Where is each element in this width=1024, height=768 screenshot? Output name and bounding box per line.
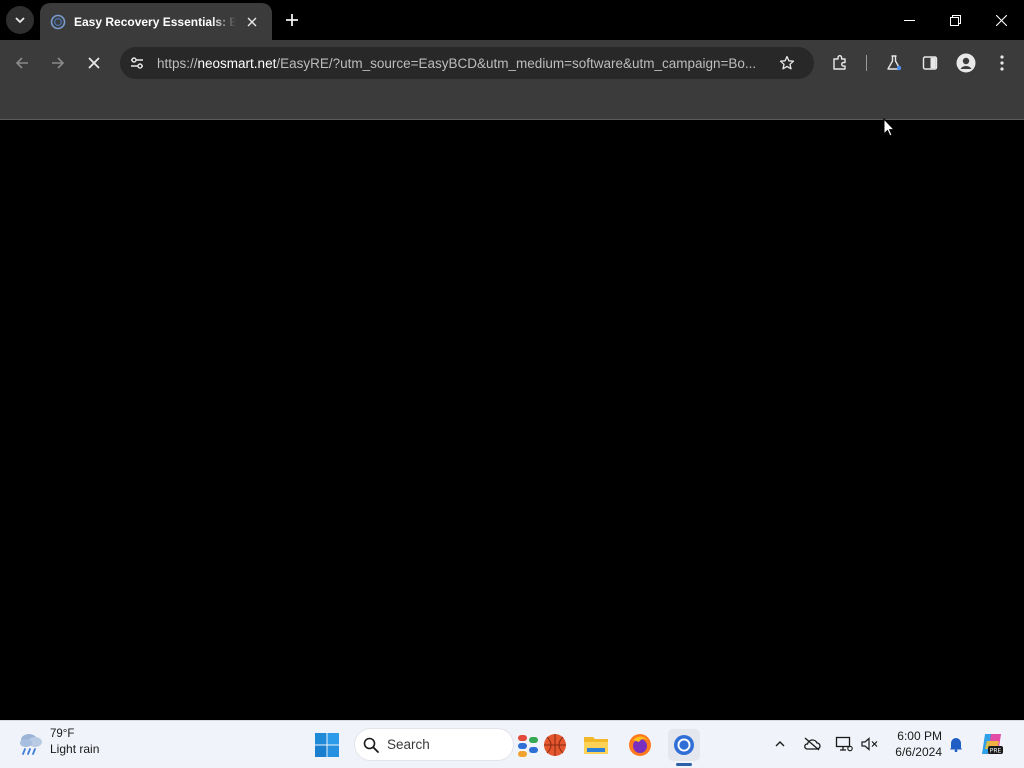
close-window-icon [995, 14, 1007, 26]
address-bar[interactable]: https://neosmart.net/EasyRE/?utm_source=… [120, 47, 814, 79]
labs-button[interactable] [880, 49, 908, 77]
side-panel-icon [922, 56, 938, 70]
plus-icon [286, 14, 298, 26]
firefox-icon [629, 734, 651, 756]
page-content [0, 121, 1024, 720]
rain-cloud-icon [20, 734, 42, 755]
clock-time: 6:00 PM [897, 729, 942, 743]
chrome-icon [674, 735, 694, 755]
kebab-menu-icon [1000, 55, 1004, 71]
browser-toolbar: https://neosmart.net/EasyRE/?utm_source=… [0, 40, 1024, 86]
tray-volume[interactable] [859, 733, 881, 755]
tray-onedrive[interactable] [801, 733, 823, 755]
back-button[interactable] [8, 49, 36, 77]
weather-widget[interactable]: 79°F Light rain [16, 727, 99, 757]
restore-button[interactable] [932, 0, 978, 40]
restore-icon [949, 14, 961, 26]
taskbar-search-box[interactable]: Search [354, 728, 514, 761]
chevron-up-icon [775, 741, 785, 747]
windows-start-icon[interactable] [314, 732, 340, 758]
copilot-icon: PRE [982, 734, 1003, 755]
site-info-button[interactable] [123, 49, 151, 77]
extensions-button[interactable] [826, 49, 854, 77]
search-icon [363, 737, 379, 753]
tune-icon [131, 57, 143, 69]
tab-search-button[interactable] [6, 6, 34, 34]
minimize-icon [903, 19, 915, 21]
menu-button[interactable] [988, 49, 1016, 77]
svg-text:PRE: PRE [990, 748, 1002, 755]
close-window-button[interactable] [978, 0, 1024, 40]
new-tab-button[interactable] [280, 8, 304, 32]
weather-temperature: 79°F [50, 728, 75, 740]
side-panel-button[interactable] [916, 49, 944, 77]
star-icon [779, 55, 795, 70]
mouse-cursor-icon [883, 118, 895, 137]
url-scheme: https:// [157, 55, 198, 71]
browser-titlebar: Easy Recovery Essentials: Boot [0, 0, 1024, 40]
bookmark-star-button[interactable] [773, 49, 801, 77]
avatar-icon [956, 53, 976, 73]
close-icon [247, 17, 257, 26]
address-bar-url[interactable]: https://neosmart.net/EasyRE/?utm_source=… [157, 56, 769, 71]
site-favicon-icon [50, 14, 66, 29]
browser-tab-active[interactable]: Easy Recovery Essentials: Boot [40, 3, 272, 40]
url-host: neosmart.net [197, 55, 277, 71]
taskbar-firefox[interactable] [624, 729, 656, 761]
copilot-button[interactable]: PRE [979, 731, 1005, 757]
volume-muted-icon [861, 737, 878, 751]
taskbar-chrome[interactable] [668, 729, 700, 761]
stop-icon [88, 57, 100, 69]
tab-close-button[interactable] [242, 12, 262, 32]
weather-condition: Light rain [50, 742, 100, 756]
minimize-button[interactable] [886, 0, 932, 40]
folder-icon [584, 737, 608, 754]
bookmarks-bar [0, 86, 1024, 120]
network-icon [835, 736, 853, 752]
system-clock[interactable]: 6:00 PM 6/6/2024 [884, 728, 942, 760]
puzzle-icon [833, 55, 846, 70]
profile-button[interactable] [952, 49, 980, 77]
search-highlight-icon[interactable] [516, 731, 568, 759]
tray-network[interactable] [833, 733, 855, 755]
arrow-right-icon [52, 57, 65, 69]
clock-date: 6/6/2024 [895, 745, 942, 759]
cloud-off-icon [804, 737, 821, 751]
notifications-button[interactable] [945, 733, 967, 755]
forward-button[interactable] [44, 49, 72, 77]
arrow-left-icon [15, 57, 28, 69]
stop-loading-button[interactable] [80, 49, 108, 77]
search-placeholder: Search [387, 737, 430, 752]
taskbar-file-explorer[interactable] [580, 729, 612, 761]
bell-icon [950, 738, 962, 752]
chevron-down-icon [15, 17, 25, 24]
tab-title: Easy Recovery Essentials: Boot [74, 14, 236, 29]
url-path: /EasyRE/?utm_source=EasyBCD&utm_medium=s… [276, 55, 757, 71]
windows-taskbar: 79°F Light rain Search 6:00 PM 6/6/2024 … [0, 720, 1024, 768]
active-app-indicator [676, 763, 692, 766]
toolbar-separator [866, 55, 867, 71]
tray-overflow-button[interactable] [769, 733, 791, 755]
flask-icon [887, 55, 902, 71]
